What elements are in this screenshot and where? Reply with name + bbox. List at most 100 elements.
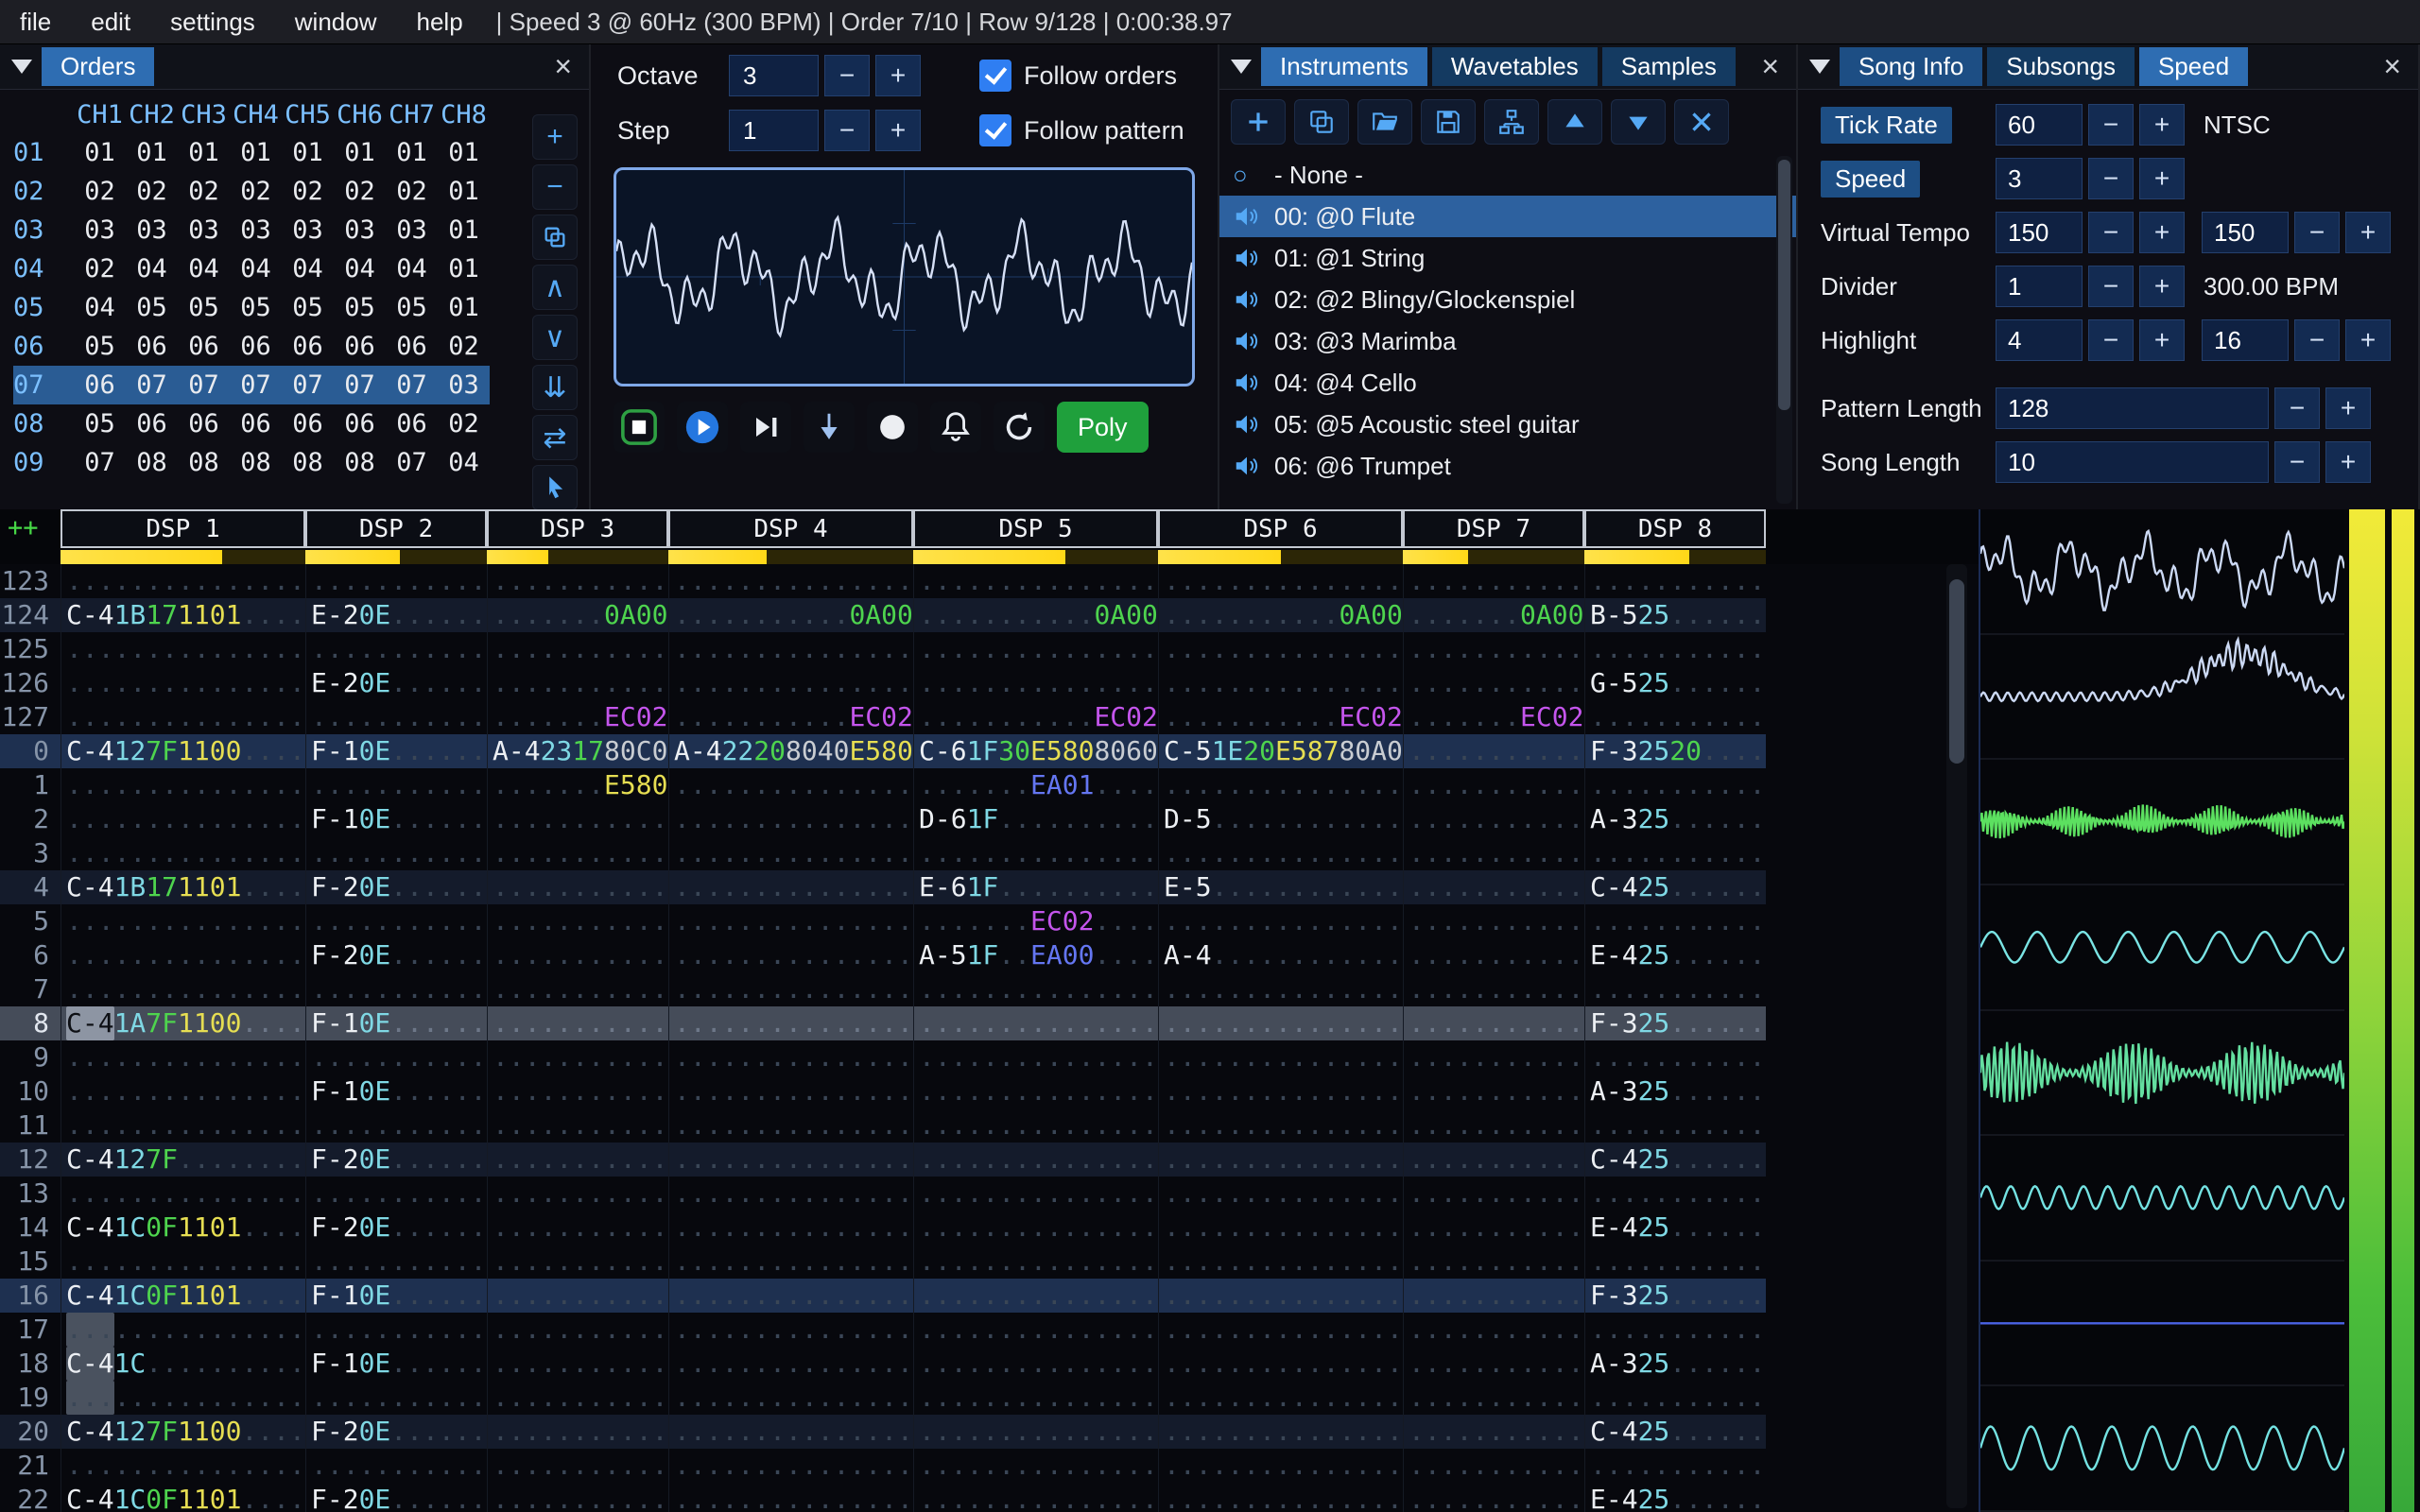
order-cell[interactable]: 07 xyxy=(386,443,438,482)
add-instrument-button[interactable] xyxy=(1231,99,1286,145)
instrument-item[interactable]: 06: @6 Trumpet xyxy=(1219,445,1796,487)
pattern-cell[interactable]: ........... xyxy=(1403,1347,1584,1381)
order-cell[interactable]: 06 xyxy=(178,327,230,366)
pattern-cell[interactable]: ............... xyxy=(668,938,913,972)
pattern-cell[interactable]: ............... xyxy=(913,1143,1158,1177)
pattern-cell[interactable]: ............... xyxy=(668,1449,913,1483)
order-cell[interactable]: 01 xyxy=(438,249,490,288)
delete-instrument-button[interactable] xyxy=(1674,99,1729,145)
pattern-cell[interactable]: F-2 0E...... xyxy=(305,870,487,904)
pattern-cell[interactable]: ........... xyxy=(1403,972,1584,1006)
instruments-close-button[interactable]: × xyxy=(1755,49,1785,84)
order-cell[interactable]: 03 xyxy=(126,211,178,249)
order-cell[interactable]: 05 xyxy=(334,288,386,327)
pattern-cell[interactable]: ............... xyxy=(1158,1313,1403,1347)
order-row[interactable]: 03 03 03 03 03 03 03 03 01 xyxy=(13,211,490,249)
order-cell[interactable]: 05 xyxy=(126,288,178,327)
pattern-cell[interactable]: ............... xyxy=(1158,1245,1403,1279)
duplicate-instrument-button[interactable] xyxy=(1294,99,1349,145)
pattern-cell[interactable]: ............... xyxy=(1158,1347,1403,1381)
order-cell[interactable]: 05 xyxy=(74,404,126,443)
channel-header[interactable]: DSP 2 xyxy=(305,509,487,564)
follow-orders-checkbox[interactable] xyxy=(979,60,1011,92)
pattern-cell[interactable]: ............... xyxy=(1158,768,1403,802)
virtual-tempo-num-increase-button[interactable] xyxy=(2139,212,2185,253)
pattern-cell[interactable]: ........... xyxy=(1403,870,1584,904)
pattern-cell[interactable]: C-4 1B 17 1101.... xyxy=(60,870,305,904)
order-cell[interactable]: 06 xyxy=(126,327,178,366)
order-cell[interactable]: 08 xyxy=(178,443,230,482)
channel-header[interactable]: DSP 5 xyxy=(913,509,1158,564)
pattern-cell[interactable]: ........... xyxy=(1403,1483,1584,1512)
pattern-cell[interactable]: ............... xyxy=(1158,1483,1403,1512)
instrument-item-none[interactable]: ○ - None - xyxy=(1219,154,1796,196)
pattern-cell[interactable]: C-4 1C 0F 1101.... xyxy=(60,1211,305,1245)
stop-button[interactable] xyxy=(614,402,665,453)
order-cell[interactable]: 05 xyxy=(386,288,438,327)
pattern-cell[interactable]: ........... xyxy=(305,836,487,870)
order-cell[interactable]: 01 xyxy=(74,133,126,172)
menu-item-edit[interactable]: edit xyxy=(71,8,150,37)
order-cell[interactable]: 06 xyxy=(126,404,178,443)
pattern-cell[interactable]: ....... 0A00 xyxy=(487,598,668,632)
order-cell[interactable]: 01 xyxy=(334,133,386,172)
pattern-cell[interactable]: ........... xyxy=(487,1177,668,1211)
pattern-cell[interactable]: F-1 0E...... xyxy=(305,802,487,836)
order-cell[interactable]: 08 xyxy=(282,443,334,482)
pattern-cell[interactable]: A-3 25...... xyxy=(1584,1074,1766,1108)
tick-rate-increase-button[interactable] xyxy=(2139,104,2185,146)
order-change-mode-button[interactable]: ⇄ xyxy=(532,415,578,460)
pattern-cell[interactable]: ........... xyxy=(1403,1108,1584,1143)
pattern-cell[interactable]: ........... xyxy=(305,904,487,938)
order-cell[interactable]: 01 xyxy=(178,133,230,172)
order-cell[interactable]: 07 xyxy=(230,366,282,404)
order-cell[interactable]: 04 xyxy=(282,249,334,288)
divider-decrease-button[interactable] xyxy=(2088,266,2134,307)
duplicate-order-end-button[interactable]: ⇊ xyxy=(532,365,578,410)
pattern-cell[interactable]: ....... EC02 xyxy=(487,700,668,734)
pattern-cell[interactable]: ........... 0A00 xyxy=(913,598,1158,632)
pattern-cell[interactable]: ............... xyxy=(60,1381,305,1415)
divider-input[interactable]: 1 xyxy=(1996,266,2083,307)
tab-wavetables[interactable]: Wavetables xyxy=(1431,47,1598,86)
pattern-cell[interactable]: ............... xyxy=(913,1279,1158,1313)
order-cell[interactable]: 02 xyxy=(438,327,490,366)
pattern-cell[interactable]: ............... xyxy=(668,1074,913,1108)
pattern-cell[interactable]: ........... xyxy=(487,632,668,666)
pattern-cell[interactable]: ........... xyxy=(487,836,668,870)
highlight-first-increase-button[interactable] xyxy=(2139,319,2185,361)
pattern-cell[interactable]: C-5 1E 20 E587 80A0 xyxy=(1158,734,1403,768)
pattern-cell[interactable]: ............... xyxy=(60,1449,305,1483)
highlight-second-increase-button[interactable] xyxy=(2345,319,2391,361)
pattern-cell[interactable]: ............... xyxy=(60,802,305,836)
pattern-cell[interactable]: ............... xyxy=(668,1415,913,1449)
pattern-cell[interactable]: ............... xyxy=(60,666,305,700)
pattern-length-decrease-button[interactable] xyxy=(2274,387,2320,429)
order-row[interactable]: 08 05 06 06 06 06 06 06 02 xyxy=(13,404,490,443)
pattern-cell[interactable]: ............... xyxy=(913,1177,1158,1211)
pattern-cell[interactable]: C-4 1B 17 1101.... xyxy=(60,598,305,632)
pattern-cell[interactable]: ........... xyxy=(1403,1006,1584,1040)
order-cell[interactable]: 06 xyxy=(334,327,386,366)
order-cell[interactable]: 02 xyxy=(74,172,126,211)
pattern-cell[interactable]: ............... xyxy=(668,1177,913,1211)
pattern-cell[interactable]: ............... xyxy=(1158,1040,1403,1074)
highlight-second-input[interactable]: 16 xyxy=(2202,319,2289,361)
order-cell[interactable]: 02 xyxy=(178,172,230,211)
order-cell[interactable]: 06 xyxy=(386,327,438,366)
pattern-cell[interactable]: F-2 0E...... xyxy=(305,938,487,972)
collapse-arrow-icon[interactable] xyxy=(11,60,32,74)
pattern-cell[interactable]: ........... xyxy=(305,1177,487,1211)
pattern-cell[interactable]: ........... xyxy=(487,666,668,700)
pattern-cell[interactable]: A-3 25...... xyxy=(1584,1347,1766,1381)
pattern-cell[interactable]: ............... xyxy=(668,1347,913,1381)
order-row[interactable]: 02 02 02 02 02 02 02 02 01 xyxy=(13,172,490,211)
order-cell[interactable]: 08 xyxy=(126,443,178,482)
order-cell[interactable]: 03 xyxy=(386,211,438,249)
pattern-cell[interactable]: ............... xyxy=(1158,1381,1403,1415)
move-order-up-button[interactable]: ∧ xyxy=(532,265,578,310)
pattern-cell[interactable]: ........... xyxy=(487,1381,668,1415)
record-button[interactable] xyxy=(867,402,918,453)
pattern-cell[interactable]: ........... xyxy=(305,1108,487,1143)
song-length-input[interactable]: 10 xyxy=(1996,441,2269,483)
